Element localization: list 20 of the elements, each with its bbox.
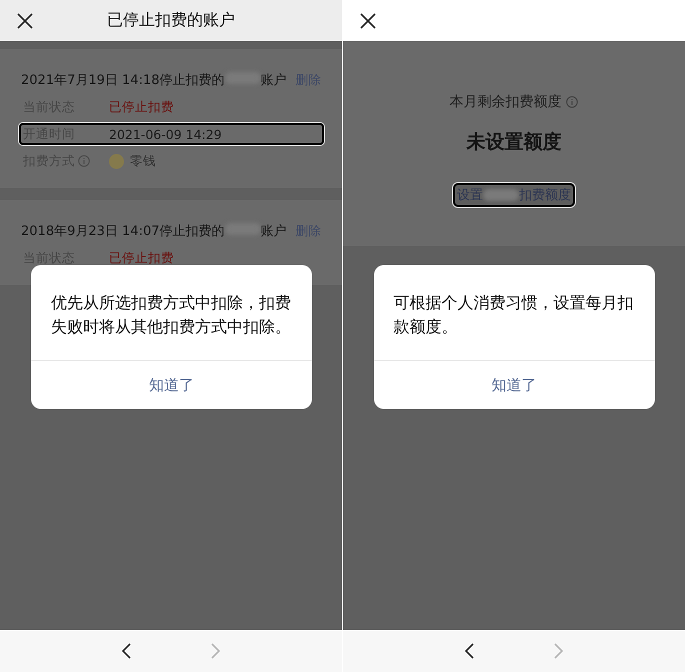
close-button[interactable]	[358, 12, 376, 30]
close-icon	[16, 12, 34, 30]
page-title: 已停止扣费的账户	[106, 10, 236, 31]
record-title: 2021年7月19日 14:18停止扣费的 账户	[21, 71, 286, 89]
dialog-message: 可根据个人消费习惯，设置每月扣款额度。	[392, 292, 634, 338]
field-value: 已停止扣费	[109, 250, 174, 266]
record-title: 2018年9月23日 14:07停止扣费的 账户	[21, 222, 286, 240]
coin-icon	[109, 154, 124, 168]
dialog-message: 优先从所选扣费方式中扣除，扣费失败时将从其他扣费方式中扣除。	[50, 292, 292, 338]
close-icon	[358, 12, 376, 30]
quota-value: 未设置额度	[466, 130, 562, 155]
info-icon	[566, 96, 578, 108]
info-icon	[78, 155, 90, 167]
field-value: 2021-06-09 14:29	[109, 126, 222, 142]
field-value: 已停止扣费	[109, 98, 174, 116]
field-value: 零钱	[130, 152, 156, 170]
close-button[interactable]	[16, 12, 34, 30]
ok-button[interactable]: 知道了	[374, 360, 654, 409]
quota-label: 本月剩余扣费额度	[449, 93, 562, 111]
ok-button[interactable]: 知道了	[31, 360, 312, 409]
